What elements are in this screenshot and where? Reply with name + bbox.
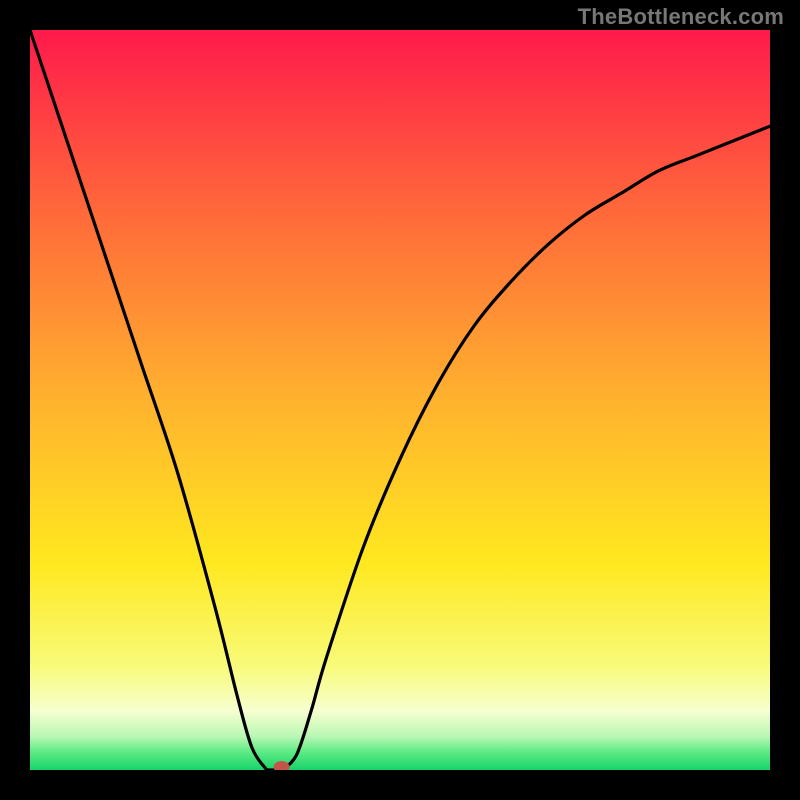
chart-frame: TheBottleneck.com bbox=[0, 0, 800, 800]
bottleneck-chart bbox=[30, 30, 770, 770]
gradient-background bbox=[30, 30, 770, 770]
plot-area bbox=[30, 30, 770, 770]
watermark-text: TheBottleneck.com bbox=[578, 4, 784, 30]
